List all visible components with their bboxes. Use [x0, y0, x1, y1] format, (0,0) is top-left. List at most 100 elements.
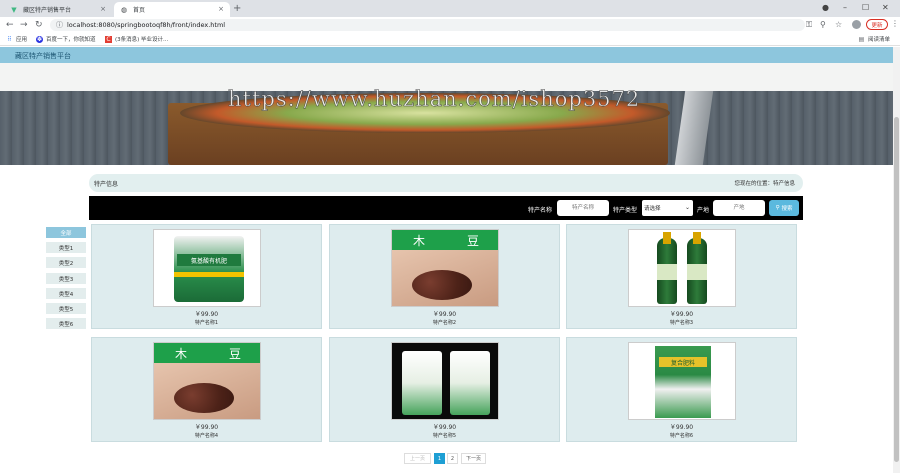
category-type-3[interactable]: 类型3 — [46, 273, 86, 284]
browser-tab-2[interactable]: ◍ 首页 × — [114, 2, 230, 17]
reload-icon[interactable]: ↻ — [35, 20, 43, 30]
url-text: localhost:8080/springbootoqf8h/front/ind… — [67, 21, 226, 29]
category-type-6[interactable]: 类型6 — [46, 318, 86, 329]
reading-list-icon: ▤ — [858, 35, 865, 43]
prev-page-button[interactable]: 上一页 — [404, 453, 431, 464]
minimize-icon[interactable]: – — [843, 3, 847, 12]
category-type-4[interactable]: 类型4 — [46, 288, 86, 299]
name-input[interactable] — [557, 200, 609, 216]
site-title[interactable]: 藏区特产销售平台 — [15, 51, 71, 61]
product-banner-text: 木 豆 — [392, 230, 498, 250]
product-name: 特产名称1 — [194, 320, 219, 326]
product-card-1[interactable]: 氨基酸有机肥 ￥99.90 特产名称1 — [91, 224, 322, 329]
product-name: 特产名称5 — [432, 433, 457, 439]
section-header: 特产信息 您现在的位置：特产信息 — [89, 174, 803, 192]
watermark-text: https://www.huzhan.com/ishop3572 — [228, 87, 641, 112]
forward-arrow-icon[interactable]: → — [20, 20, 28, 30]
pouch-image — [402, 351, 442, 415]
bookmark-apps[interactable]: ⠿ 应用 — [6, 35, 28, 44]
browser-tab-1[interactable]: ▼ 藏区特产销售平台 × — [4, 2, 112, 17]
browser-tab-title: 首页 — [133, 7, 146, 14]
pouch-image — [450, 351, 490, 415]
type-label: 特产类型 — [613, 207, 638, 214]
banner-char: 木 — [174, 346, 187, 361]
maximize-icon[interactable]: ☐ — [862, 3, 869, 12]
key-icon[interactable]: ⚿ — [806, 20, 812, 30]
window-close-icon[interactable]: ✕ — [882, 3, 889, 12]
product-card-2[interactable]: 木 豆 ￥99.90 特产名称2 — [329, 224, 560, 329]
category-type-2[interactable]: 类型2 — [46, 257, 86, 268]
product-image[interactable]: 氨基酸有机肥 — [153, 229, 261, 307]
bottle-label — [687, 264, 707, 280]
update-button[interactable]: 更新 — [866, 19, 888, 30]
address-toolbar: ← → ↻ ⓘ localhost:8080/springbootoqf8h/f… — [0, 17, 900, 33]
origin-input[interactable] — [713, 200, 765, 216]
page-1-button[interactable]: 1 — [434, 453, 445, 464]
product-image[interactable]: 木 豆 — [153, 342, 261, 420]
product-price: ￥99.90 — [669, 311, 694, 318]
bookmark-label: 应用 — [16, 37, 28, 43]
info-icon[interactable]: ⓘ — [56, 20, 63, 30]
banner-char: 木 — [412, 233, 425, 248]
sack-label: 复合肥料 — [659, 357, 707, 367]
bag-stripe — [174, 272, 244, 277]
close-icon[interactable]: × — [100, 5, 106, 13]
avatar[interactable] — [852, 20, 861, 29]
bookmark-csdn[interactable]: C (3条消息) 毕业设计... — [105, 35, 168, 43]
page-viewport: 藏区特产销售平台 https://www.huzhan.com/ishop357… — [0, 47, 893, 473]
browser-tab-strip: ▼ 藏区特产销售平台 × ◍ 首页 × + ● – ☐ ✕ — [0, 0, 900, 17]
url-bar[interactable]: ⓘ localhost:8080/springbootoqf8h/front/i… — [50, 19, 805, 31]
banner-char: 豆 — [466, 233, 479, 248]
category-type-1[interactable]: 类型1 — [46, 242, 86, 253]
beans-image — [174, 383, 234, 413]
category-type-5[interactable]: 类型5 — [46, 303, 86, 314]
product-price: ￥99.90 — [432, 311, 457, 318]
bookmark-baidu[interactable]: ✽ 百度一下，你就知道 — [36, 35, 96, 43]
product-image[interactable]: 木 豆 — [391, 229, 499, 307]
category-all[interactable]: 全部 — [46, 227, 86, 238]
product-image[interactable] — [628, 229, 736, 307]
scrollbar-thumb[interactable] — [894, 117, 899, 462]
product-price: ￥99.90 — [194, 311, 219, 318]
product-card-5[interactable]: ￥99.90 特产名称5 — [329, 337, 560, 442]
origin-label: 产地 — [697, 207, 710, 214]
bookmark-label: (3条消息) 毕业设计... — [115, 37, 169, 43]
product-card-4[interactable]: 木 豆 ￥99.90 特产名称4 — [91, 337, 322, 442]
star-icon[interactable]: ☆ — [835, 20, 842, 29]
type-select[interactable]: 请选择 ⌄ — [642, 200, 693, 216]
type-select-value: 请选择 — [644, 206, 661, 212]
product-image[interactable] — [391, 342, 499, 420]
more-menu-icon[interactable]: ⋮ — [891, 19, 899, 28]
bottle-cap — [693, 232, 701, 244]
vue-icon: ▼ — [11, 5, 17, 14]
new-tab-plus-icon[interactable]: + — [233, 3, 241, 14]
banner-carousel[interactable]: https://www.huzhan.com/ishop3572 — [0, 63, 893, 165]
chevron-down-icon: ⌄ — [684, 204, 690, 211]
bag-label: 氨基酸有机肥 — [177, 254, 241, 266]
product-name: 特产名称3 — [669, 320, 694, 326]
product-banner-text: 木 豆 — [154, 343, 260, 363]
product-image[interactable]: 复合肥料 — [628, 342, 736, 420]
close-icon[interactable]: × — [218, 5, 224, 13]
section-title: 特产信息 — [94, 181, 119, 188]
page-scrollbar[interactable] — [893, 47, 900, 473]
search-bar: 特产名称 特产类型 请选择 ⌄ 产地 ⚲ 搜索 — [89, 196, 803, 220]
back-arrow-icon[interactable]: ← — [6, 20, 14, 30]
search-button[interactable]: ⚲ 搜索 — [769, 200, 799, 216]
bottle-cap — [663, 232, 671, 244]
product-card-3[interactable]: ￥99.90 特产名称3 — [566, 224, 797, 329]
reading-list[interactable]: ▤ 阅读清单 — [858, 35, 891, 44]
name-label: 特产名称 — [528, 207, 553, 214]
product-price: ￥99.90 — [669, 424, 694, 431]
product-name: 特产名称6 — [669, 433, 694, 439]
globe-icon: ◍ — [120, 5, 128, 14]
record-icon[interactable]: ● — [822, 3, 829, 12]
reading-list-label: 阅读清单 — [868, 37, 891, 43]
next-page-button[interactable]: 下一页 — [461, 453, 486, 464]
bookmark-label: 百度一下，你就知道 — [46, 37, 96, 43]
product-card-6[interactable]: 复合肥料 ￥99.90 特产名称6 — [566, 337, 797, 442]
zoom-icon[interactable]: ⚲ — [820, 20, 826, 29]
bookmarks-bar: ⠿ 应用 ✽ 百度一下，你就知道 C (3条消息) 毕业设计... ▤ 阅读清单 — [0, 33, 900, 46]
baidu-paw-icon: ✽ — [36, 35, 43, 43]
page-2-button[interactable]: 2 — [447, 453, 458, 464]
